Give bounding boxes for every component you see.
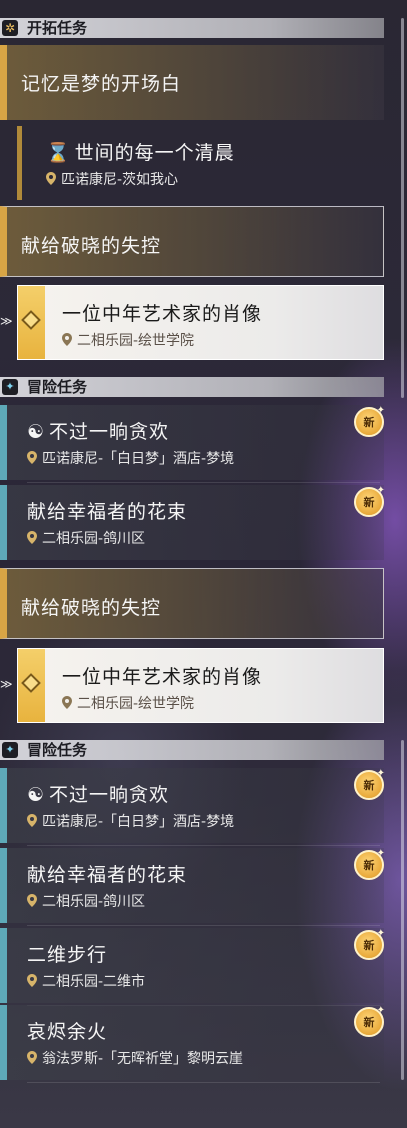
location-pin-icon [27,451,37,464]
adventure-item[interactable]: ☯ 不过一晌贪欢 匹诺康尼-「白日梦」酒店-梦境 新 ✦ [0,768,385,846]
new-badge: 新 ✦ [354,848,385,880]
adventure-location: 翁法罗斯-「无晖祈堂」黎明云崖 [27,1048,243,1068]
location-pin-icon [62,696,72,709]
mission-item-portrait-selected[interactable]: 一位中年艺术家的肖像 二相乐园-绘世学院 [17,285,384,360]
sparkle-icon: ✦ [376,1005,385,1016]
adventure-item[interactable]: 献给幸福者的花束 二相乐园-鸽川区 新 ✦ [0,485,385,560]
new-badge-label: 新 [363,779,375,792]
section-title: 冒险任务 [27,741,88,759]
hourglass-icon: ⌛ [46,142,71,164]
adventure-location-text: 匹诺康尼-「白日梦」酒店-梦境 [42,451,235,467]
divider [27,482,380,483]
adventure-location: 匹诺康尼-「白日梦」酒店-梦境 [27,811,234,831]
adventure-title: 不过一晌贪欢 [49,421,170,443]
adventure-title: 哀烬余火 [27,1021,108,1043]
new-badge-label: 新 [363,1016,375,1029]
mission-title: 世间的每一个清晨 [74,142,235,164]
dream-mission-icon: ☯ [27,784,46,806]
sparkle-icon: ✦ [376,928,385,939]
new-badge: 新 ✦ [354,1005,385,1037]
mission-location: 二相乐园-绘世学院 [62,693,194,713]
section-title: 开拓任务 [27,19,88,37]
adventure-section-header: ✦ 冒险任务 [0,377,384,397]
trailblaze-mission-icon: ✲ [2,20,18,36]
adventure-item[interactable]: 二维步行 二相乐园-二维市 新 ✦ [0,928,385,1006]
new-badge: 新 ✦ [354,768,385,800]
mission-title: 献给破晓的失控 [21,597,162,619]
new-badge: 新 ✦ [354,485,385,517]
new-badge-label: 新 [363,416,375,429]
adventure-location-text: 二相乐园-鸽川区 [42,531,146,547]
adventure-title: 二维步行 [27,944,108,966]
adventure-mission-icon: ✦ [2,379,18,395]
adventure-item[interactable]: ☯ 不过一晌贪欢 匹诺康尼-「白日梦」酒店-梦境 新 ✦ [0,405,385,483]
tracking-diamond-icon [21,673,41,693]
adventure-title-row: ☯ 不过一晌贪欢 [27,780,169,807]
mission-location-text: 二相乐园-绘世学院 [77,333,195,349]
location-pin-icon [27,1051,37,1064]
mission-item-memory[interactable]: 记忆是梦的开场白 [0,45,384,120]
adventure-title: 不过一晌贪欢 [49,784,170,806]
mission-item-morning[interactable]: ⌛ 世间的每一个清晨 匹诺康尼-茨如我心 [17,126,384,200]
sparkle-icon: ✦ [376,848,385,859]
scrollbar[interactable] [401,18,404,398]
adventure-title-row: ☯ 不过一晌贪欢 [27,417,169,444]
mission-item-dawn[interactable]: 献给破晓的失控 [0,206,384,277]
selected-tab-marker [18,286,45,359]
adventure-item[interactable]: 哀烬余火 翁法罗斯-「无晖祈堂」黎明云崖 新 ✦ [0,1005,385,1083]
adventure-location-text: 二相乐园-二维市 [42,974,146,990]
adventure-location: 二相乐园-二维市 [27,971,145,991]
trailblaze-section-header: ✲ 开拓任务 [0,18,384,38]
scrollbar[interactable] [401,740,404,1080]
adventure-section-header: ✦ 冒险任务 [0,740,384,760]
adventure-location: 二相乐园-鸽川区 [27,528,145,548]
selected-pointer-icon: ≫ [0,677,13,691]
adventure-location: 二相乐园-鸽川区 [27,891,145,911]
mission-location-text: 二相乐园-绘世学院 [77,696,195,712]
mission-title: 记忆是梦的开场白 [21,73,182,95]
mission-item-portrait-selected[interactable]: 一位中年艺术家的肖像 二相乐园-绘世学院 [17,648,384,723]
location-pin-icon [27,531,37,544]
sparkle-icon: ✦ [376,768,385,779]
adventure-location: 匹诺康尼-「白日梦」酒店-梦境 [27,448,234,468]
adventure-title: 献给幸福者的花束 [27,864,188,886]
mission-title: 献给破晓的失控 [21,235,162,257]
adventure-location-text: 匹诺康尼-「白日梦」酒店-梦境 [42,814,235,830]
location-pin-icon [46,172,56,185]
new-badge-label: 新 [363,939,375,952]
selected-tab-marker [18,649,45,722]
new-badge: 新 ✦ [354,928,385,960]
adventure-item[interactable]: 献给幸福者的花束 二相乐园-鸽川区 新 ✦ [0,848,385,926]
divider [27,925,380,926]
adventure-location-text: 翁法罗斯-「无晖祈堂」黎明云崖 [42,1051,244,1067]
adventure-location-text: 二相乐园-鸽川区 [42,894,146,910]
adventure-title: 献给幸福者的花束 [27,501,188,523]
mission-location: 二相乐园-绘世学院 [62,330,194,350]
mission-title-row: ⌛ 世间的每一个清晨 [46,138,235,165]
mission-title: 一位中年艺术家的肖像 [62,303,263,325]
new-badge-label: 新 [363,859,375,872]
sparkle-icon: ✦ [376,485,385,496]
mission-title: 一位中年艺术家的肖像 [62,666,263,688]
new-badge: 新 ✦ [354,405,385,437]
location-pin-icon [27,894,37,907]
location-pin-icon [27,814,37,827]
divider [27,1082,380,1083]
mission-location-text: 匹诺康尼-茨如我心 [61,172,179,188]
mission-location: 匹诺康尼-茨如我心 [46,169,178,189]
location-pin-icon [62,333,72,346]
divider [27,845,380,846]
location-pin-icon [27,974,37,987]
section-title: 冒险任务 [27,378,88,396]
new-badge-label: 新 [363,496,375,509]
selected-pointer-icon: ≫ [0,314,13,328]
adventure-mission-icon: ✦ [2,742,18,758]
mission-item-dawn[interactable]: 献给破晓的失控 [0,568,384,639]
tracking-diamond-icon [21,310,41,330]
dream-mission-icon: ☯ [27,421,46,443]
sparkle-icon: ✦ [376,405,385,416]
